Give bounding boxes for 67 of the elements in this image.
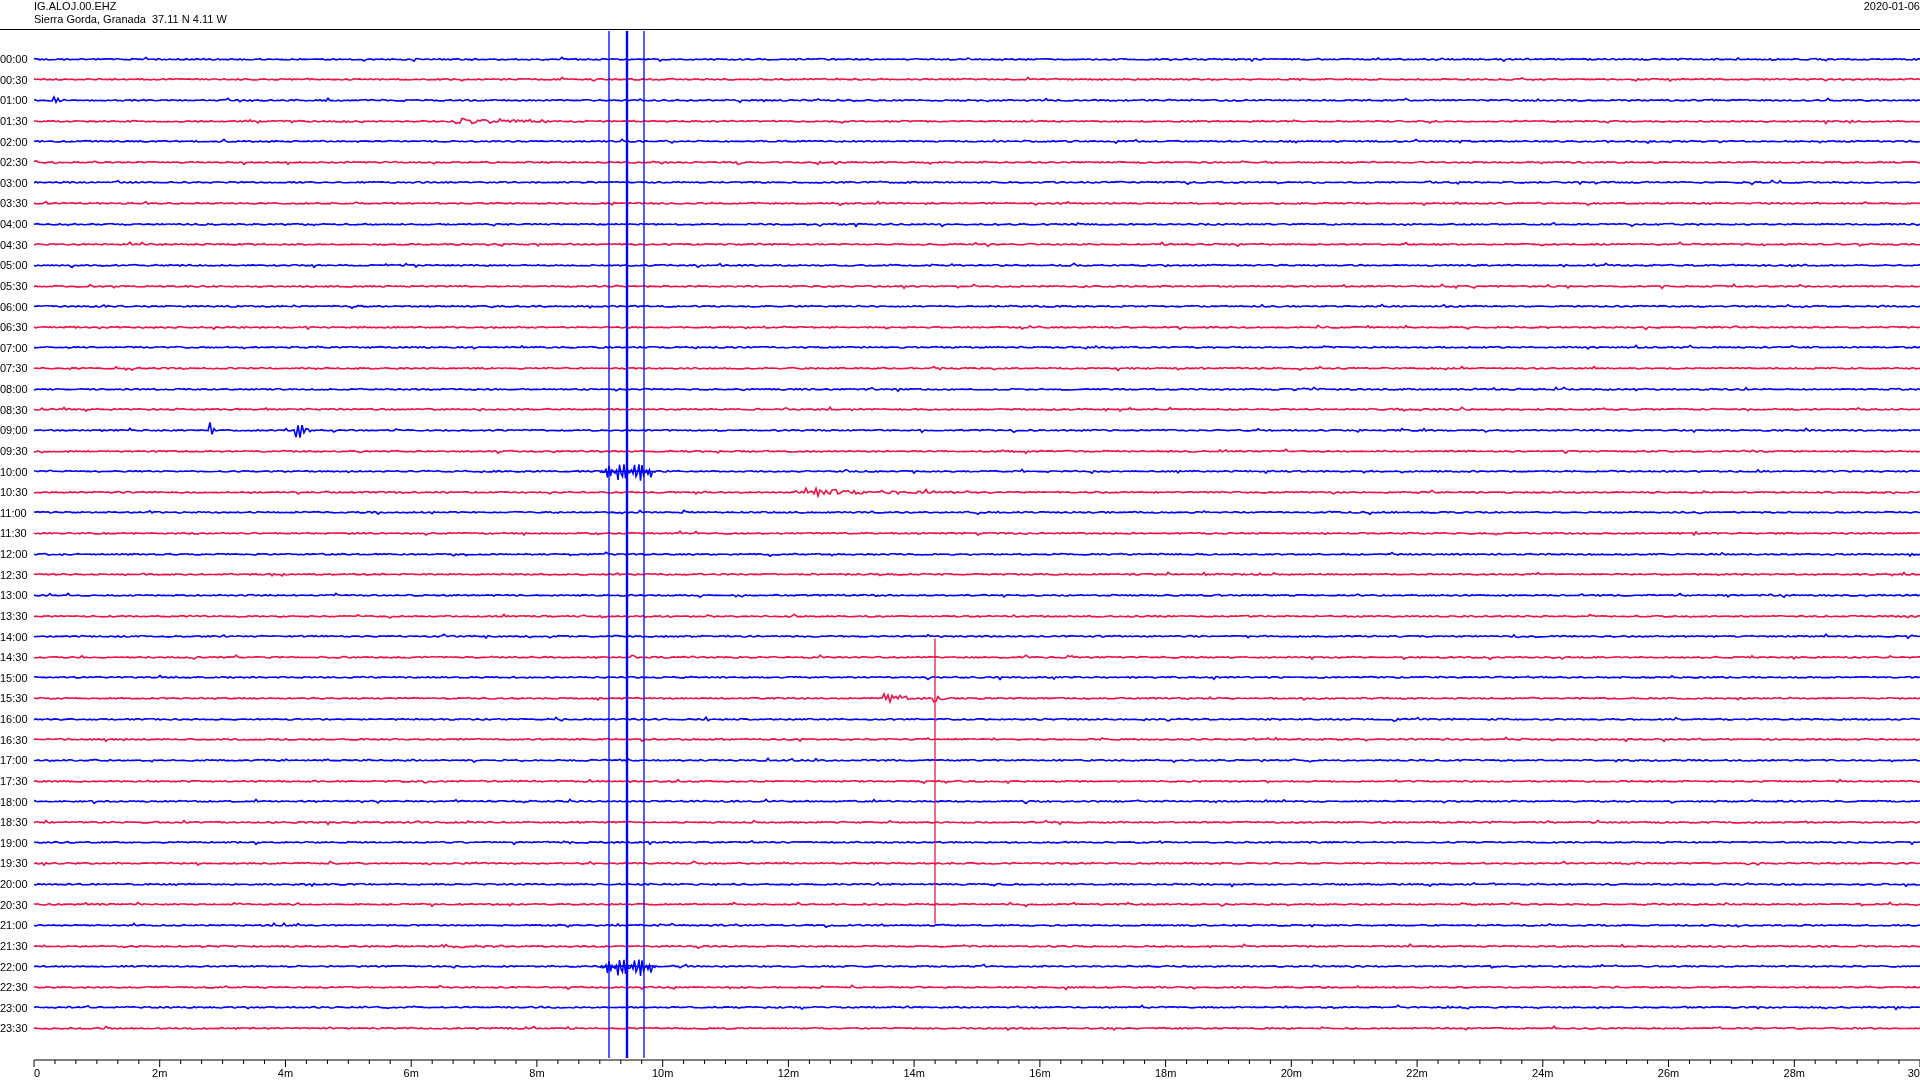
time-label: 12:30: [0, 568, 29, 581]
time-label: 23:30: [0, 1022, 29, 1035]
time-label: 22:00: [0, 960, 29, 973]
time-label: 21:00: [0, 919, 29, 932]
time-label: 15:30: [0, 692, 29, 705]
time-label: 13:30: [0, 609, 29, 622]
time-label: 03:00: [0, 176, 29, 189]
axis-label: 4m: [277, 1066, 294, 1079]
time-label: 01:30: [0, 114, 29, 127]
time-label: 10:00: [0, 465, 29, 478]
time-label: 11:00: [0, 506, 28, 519]
time-label: 19:30: [0, 857, 29, 870]
time-label: 22:30: [0, 981, 29, 994]
axis-label: 14m: [903, 1066, 925, 1079]
axis-label: 26m: [1657, 1066, 1680, 1079]
time-label: 12:00: [0, 548, 29, 560]
axis-label: 20m: [1280, 1066, 1303, 1079]
time-label: 04:00: [0, 218, 29, 230]
time-label: 03:30: [0, 197, 29, 210]
time-label: 05:30: [0, 279, 29, 292]
time-label: 09:30: [0, 444, 29, 457]
time-label: 00:00: [0, 53, 29, 65]
time-label: 16:00: [0, 713, 29, 725]
axis-label: 18m: [1154, 1066, 1177, 1079]
time-label: 07:30: [0, 362, 29, 375]
axis-label: 24m: [1532, 1066, 1554, 1079]
time-label: 11:30: [0, 527, 28, 540]
time-label: 02:00: [0, 135, 29, 148]
station-code: IG.ALOJ.00.EHZ: [34, 0, 118, 13]
time-label: 08:00: [0, 383, 29, 395]
axis-label: 16m: [1029, 1066, 1051, 1079]
time-label: 21:30: [0, 939, 29, 952]
time-label: 19:00: [0, 836, 29, 849]
time-label: 15:00: [0, 671, 29, 684]
time-label: 05:00: [0, 259, 29, 272]
time-label: 04:30: [0, 238, 29, 251]
time-label: 08:30: [0, 403, 29, 416]
time-label: 18:00: [0, 795, 29, 808]
time-label: 14:30: [0, 651, 29, 664]
time-label: 06:30: [0, 321, 29, 334]
time-label: 18:30: [0, 816, 29, 829]
axis-label: 30: [1907, 1066, 1920, 1079]
axis-label: 6m: [403, 1066, 419, 1079]
axis-label: 22m: [1406, 1066, 1428, 1079]
time-label: 06:00: [0, 300, 29, 313]
time-label: 02:30: [0, 156, 29, 169]
axis-label: 28m: [1783, 1066, 1805, 1079]
axis-label: 8m: [529, 1066, 545, 1079]
axis-label: 10m: [651, 1066, 674, 1079]
time-label: 09:00: [0, 424, 29, 437]
time-label: 14:00: [0, 630, 29, 643]
time-label: 20:00: [0, 878, 29, 890]
time-label: 20:30: [0, 898, 29, 911]
time-label: 16:30: [0, 733, 29, 746]
time-label: 01:00: [0, 94, 29, 107]
time-label: 10:30: [0, 486, 29, 499]
time-label: 13:00: [0, 589, 29, 602]
axis-label: 12m: [777, 1066, 800, 1079]
station-location: Sierra Gorda, Granada 37.11 N 4.11 W: [34, 13, 227, 26]
axis-label: 0: [34, 1066, 41, 1079]
plot-date: 2020-01-06: [1863, 0, 1920, 14]
axis-label: 2m: [152, 1066, 168, 1079]
time-label: 23:00: [0, 1001, 29, 1014]
time-label: 17:30: [0, 774, 29, 787]
time-label: 00:30: [0, 73, 29, 86]
time-label: 17:00: [0, 754, 29, 767]
time-label: 07:00: [0, 341, 29, 354]
